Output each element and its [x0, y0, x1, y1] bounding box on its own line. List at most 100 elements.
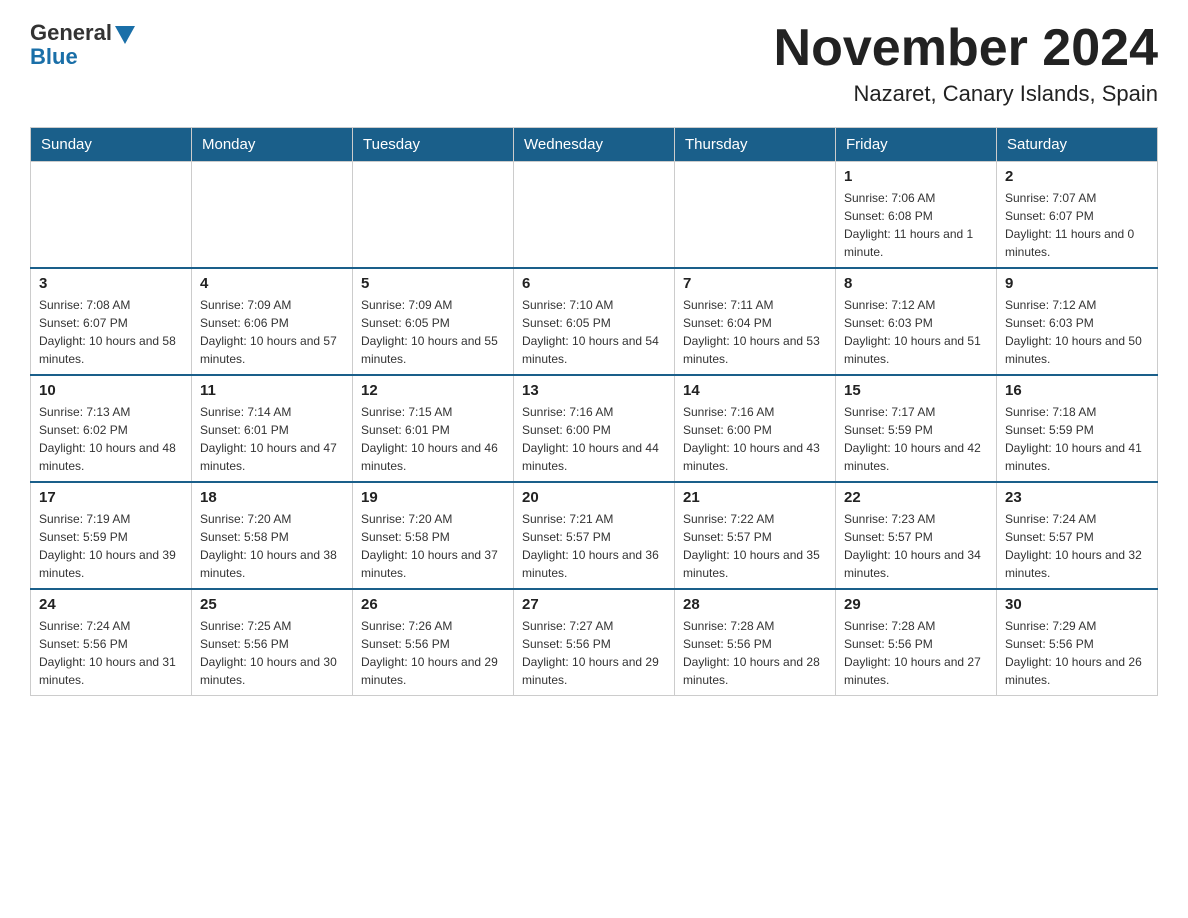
- day-cell: 6 Sunrise: 7:10 AM Sunset: 6:05 PM Daylig…: [514, 268, 675, 375]
- day-info: Sunrise: 7:08 AM Sunset: 6:07 PM Dayligh…: [39, 296, 183, 368]
- day-number: 20: [522, 489, 666, 506]
- day-info: Sunrise: 7:16 AM Sunset: 6:00 PM Dayligh…: [522, 403, 666, 475]
- calendar-title: November 2024: [774, 20, 1158, 77]
- week-row-1: 1 Sunrise: 7:06 AM Sunset: 6:08 PM Daylig…: [31, 162, 1158, 269]
- day-number: 25: [200, 596, 344, 613]
- calendar-subtitle: Nazaret, Canary Islands, Spain: [774, 81, 1158, 107]
- calendar-header-saturday: Saturday: [997, 128, 1158, 162]
- day-cell: 13 Sunrise: 7:16 AM Sunset: 6:00 PM Dayli…: [514, 375, 675, 482]
- calendar-header-sunday: Sunday: [31, 128, 192, 162]
- day-number: 6: [522, 275, 666, 292]
- day-number: 14: [683, 382, 827, 399]
- day-cell: 2Sunrise: 7:07 AM Sunset: 6:07 PM Daylig…: [997, 162, 1158, 269]
- day-cell: 22Sunrise: 7:23 AM Sunset: 5:57 PM Dayli…: [836, 482, 997, 589]
- day-number: 16: [1005, 382, 1149, 399]
- day-number: 19: [361, 489, 505, 506]
- day-cell: 8 Sunrise: 7:12 AM Sunset: 6:03 PM Daylig…: [836, 268, 997, 375]
- day-info: Sunrise: 7:13 AM Sunset: 6:02 PM Dayligh…: [39, 403, 183, 475]
- week-row-5: 24 Sunrise: 7:24 AM Sunset: 5:56 PM Dayli…: [31, 589, 1158, 696]
- day-number: 15: [844, 382, 988, 399]
- day-info: Sunrise: 7:28 AM Sunset: 5:56 PM Dayligh…: [683, 617, 827, 689]
- day-info: Sunrise: 7:19 AM Sunset: 5:59 PM Dayligh…: [39, 510, 183, 582]
- day-info: Sunrise: 7:20 AM Sunset: 5:58 PM Dayligh…: [200, 510, 344, 582]
- day-number: 5: [361, 275, 505, 292]
- day-cell: 23 Sunrise: 7:24 AM Sunset: 5:57 PM Dayli…: [997, 482, 1158, 589]
- day-number: 7: [683, 275, 827, 292]
- logo-triangle-icon: [115, 26, 135, 44]
- page-header: General Blue November 2024 Nazaret, Cana…: [30, 20, 1158, 107]
- day-info: Sunrise: 7:20 AM Sunset: 5:58 PM Dayligh…: [361, 510, 505, 582]
- day-number: 2: [1005, 168, 1149, 185]
- day-cell: 26 Sunrise: 7:26 AM Sunset: 5:56 PM Dayli…: [353, 589, 514, 696]
- day-cell: 10 Sunrise: 7:13 AM Sunset: 6:02 PM Dayli…: [31, 375, 192, 482]
- day-info: Sunrise: 7:27 AM Sunset: 5:56 PM Dayligh…: [522, 617, 666, 689]
- day-info: Sunrise: 7:06 AM Sunset: 6:08 PM Dayligh…: [844, 189, 988, 261]
- day-cell: 18 Sunrise: 7:20 AM Sunset: 5:58 PM Dayli…: [192, 482, 353, 589]
- day-info: Sunrise: 7:10 AM Sunset: 6:05 PM Dayligh…: [522, 296, 666, 368]
- day-number: 24: [39, 596, 183, 613]
- day-cell: [192, 162, 353, 269]
- day-number: 30: [1005, 596, 1149, 613]
- day-info: Sunrise: 7:09 AM Sunset: 6:06 PM Dayligh…: [200, 296, 344, 368]
- day-cell: 9Sunrise: 7:12 AM Sunset: 6:03 PM Daylig…: [997, 268, 1158, 375]
- day-info: Sunrise: 7:24 AM Sunset: 5:57 PM Dayligh…: [1005, 510, 1149, 582]
- day-cell: 28 Sunrise: 7:28 AM Sunset: 5:56 PM Dayli…: [675, 589, 836, 696]
- day-cell: [514, 162, 675, 269]
- day-number: 10: [39, 382, 183, 399]
- day-info: Sunrise: 7:11 AM Sunset: 6:04 PM Dayligh…: [683, 296, 827, 368]
- day-info: Sunrise: 7:09 AM Sunset: 6:05 PM Dayligh…: [361, 296, 505, 368]
- day-info: Sunrise: 7:12 AM Sunset: 6:03 PM Dayligh…: [844, 296, 988, 368]
- day-number: 12: [361, 382, 505, 399]
- day-info: Sunrise: 7:26 AM Sunset: 5:56 PM Dayligh…: [361, 617, 505, 689]
- logo-blue-text: Blue: [30, 44, 78, 70]
- day-info: Sunrise: 7:28 AM Sunset: 5:56 PM Dayligh…: [844, 617, 988, 689]
- day-number: 11: [200, 382, 344, 399]
- day-info: Sunrise: 7:12 AM Sunset: 6:03 PM Dayligh…: [1005, 296, 1149, 368]
- day-cell: 11Sunrise: 7:14 AM Sunset: 6:01 PM Dayli…: [192, 375, 353, 482]
- day-cell: 5 Sunrise: 7:09 AM Sunset: 6:05 PM Daylig…: [353, 268, 514, 375]
- day-cell: 12 Sunrise: 7:15 AM Sunset: 6:01 PM Dayli…: [353, 375, 514, 482]
- day-cell: 20 Sunrise: 7:21 AM Sunset: 5:57 PM Dayli…: [514, 482, 675, 589]
- day-number: 8: [844, 275, 988, 292]
- day-number: 26: [361, 596, 505, 613]
- day-cell: 15 Sunrise: 7:17 AM Sunset: 5:59 PM Dayli…: [836, 375, 997, 482]
- day-info: Sunrise: 7:24 AM Sunset: 5:56 PM Dayligh…: [39, 617, 183, 689]
- day-number: 4: [200, 275, 344, 292]
- day-cell: 7 Sunrise: 7:11 AM Sunset: 6:04 PM Daylig…: [675, 268, 836, 375]
- day-number: 28: [683, 596, 827, 613]
- day-info: Sunrise: 7:16 AM Sunset: 6:00 PM Dayligh…: [683, 403, 827, 475]
- week-row-3: 10 Sunrise: 7:13 AM Sunset: 6:02 PM Dayli…: [31, 375, 1158, 482]
- day-info: Sunrise: 7:23 AM Sunset: 5:57 PM Dayligh…: [844, 510, 988, 582]
- day-info: Sunrise: 7:29 AM Sunset: 5:56 PM Dayligh…: [1005, 617, 1149, 689]
- calendar-header-row: SundayMondayTuesdayWednesdayThursdayFrid…: [31, 128, 1158, 162]
- day-number: 18: [200, 489, 344, 506]
- logo-general-text: General: [30, 20, 112, 46]
- calendar-header-friday: Friday: [836, 128, 997, 162]
- day-cell: 21Sunrise: 7:22 AM Sunset: 5:57 PM Dayli…: [675, 482, 836, 589]
- day-info: Sunrise: 7:25 AM Sunset: 5:56 PM Dayligh…: [200, 617, 344, 689]
- calendar-header-tuesday: Tuesday: [353, 128, 514, 162]
- day-info: Sunrise: 7:21 AM Sunset: 5:57 PM Dayligh…: [522, 510, 666, 582]
- logo: General Blue: [30, 20, 135, 70]
- calendar-table: SundayMondayTuesdayWednesdayThursdayFrid…: [30, 127, 1158, 696]
- day-cell: [675, 162, 836, 269]
- day-cell: 14 Sunrise: 7:16 AM Sunset: 6:00 PM Dayli…: [675, 375, 836, 482]
- calendar-header-thursday: Thursday: [675, 128, 836, 162]
- day-number: 13: [522, 382, 666, 399]
- day-number: 1: [844, 168, 988, 185]
- day-number: 17: [39, 489, 183, 506]
- day-info: Sunrise: 7:18 AM Sunset: 5:59 PM Dayligh…: [1005, 403, 1149, 475]
- day-number: 21: [683, 489, 827, 506]
- day-number: 29: [844, 596, 988, 613]
- day-info: Sunrise: 7:17 AM Sunset: 5:59 PM Dayligh…: [844, 403, 988, 475]
- day-number: 23: [1005, 489, 1149, 506]
- day-cell: 29 Sunrise: 7:28 AM Sunset: 5:56 PM Dayli…: [836, 589, 997, 696]
- day-cell: 4 Sunrise: 7:09 AM Sunset: 6:06 PM Daylig…: [192, 268, 353, 375]
- day-cell: 27Sunrise: 7:27 AM Sunset: 5:56 PM Dayli…: [514, 589, 675, 696]
- day-info: Sunrise: 7:15 AM Sunset: 6:01 PM Dayligh…: [361, 403, 505, 475]
- day-cell: 17 Sunrise: 7:19 AM Sunset: 5:59 PM Dayli…: [31, 482, 192, 589]
- day-cell: [353, 162, 514, 269]
- day-cell: 19 Sunrise: 7:20 AM Sunset: 5:58 PM Dayli…: [353, 482, 514, 589]
- day-cell: 30 Sunrise: 7:29 AM Sunset: 5:56 PM Dayli…: [997, 589, 1158, 696]
- day-cell: 1 Sunrise: 7:06 AM Sunset: 6:08 PM Daylig…: [836, 162, 997, 269]
